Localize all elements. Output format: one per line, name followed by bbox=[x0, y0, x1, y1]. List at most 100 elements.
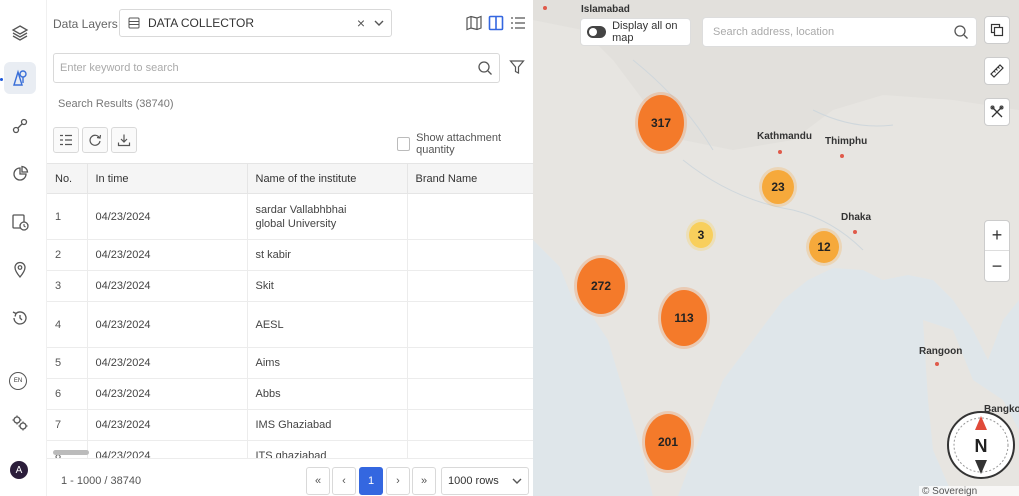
current-page-button[interactable]: 1 bbox=[359, 467, 383, 495]
table-row[interactable]: 1 04/23/2024 sardar Vallabhbhai global U… bbox=[47, 193, 535, 240]
measure-button[interactable] bbox=[984, 57, 1010, 85]
city-label: Kathmandu bbox=[757, 131, 812, 142]
cell-no: 1 bbox=[47, 193, 88, 240]
map-cluster[interactable]: 201 bbox=[645, 414, 691, 470]
cell-time: 04/23/2024 bbox=[87, 301, 248, 348]
refresh-icon bbox=[89, 134, 102, 146]
location-pin-icon[interactable] bbox=[4, 254, 36, 286]
city-label: Islamabad bbox=[581, 4, 630, 15]
map-view[interactable]: Display all on map + − Islamabad Kathman… bbox=[533, 0, 1019, 496]
report-clock-icon[interactable] bbox=[4, 206, 36, 238]
cell-no: 6 bbox=[47, 378, 88, 410]
cell-institute: st kabir bbox=[247, 239, 408, 271]
display-all-label: Display all on map bbox=[612, 20, 678, 44]
cell-institute: Abbs bbox=[247, 378, 408, 410]
show-attachment-toggle[interactable]: Show attachment quantity bbox=[397, 132, 533, 156]
clear-icon[interactable]: × bbox=[357, 15, 365, 31]
cell-no: 3 bbox=[47, 270, 88, 302]
copy-layers-icon bbox=[990, 23, 1004, 37]
map-cluster[interactable]: 317 bbox=[638, 95, 684, 151]
svg-text:N: N bbox=[975, 436, 988, 456]
language-icon[interactable]: EN bbox=[9, 372, 27, 390]
data-panel: Data Layers DATA COLLECTOR × Search Resu… bbox=[46, 0, 535, 496]
avatar[interactable]: A bbox=[10, 461, 28, 479]
layer-copy-button[interactable] bbox=[984, 16, 1010, 44]
settings-icon[interactable] bbox=[4, 407, 36, 439]
cell-no: 4 bbox=[47, 301, 88, 348]
city-marker bbox=[935, 362, 939, 366]
compass-label: N bbox=[975, 436, 988, 456]
cell-time: 04/23/2024 bbox=[87, 270, 248, 302]
column-header-in-time[interactable]: In time bbox=[87, 163, 248, 194]
cell-brand bbox=[407, 270, 535, 302]
filter-icon[interactable] bbox=[509, 59, 525, 75]
attachment-checkbox[interactable] bbox=[397, 137, 411, 151]
layers-icon[interactable] bbox=[4, 17, 36, 49]
table-row[interactable]: 3 04/23/2024 Skit bbox=[47, 270, 535, 302]
table-row[interactable]: 6 04/23/2024 Abbs bbox=[47, 378, 535, 410]
map-attribution: © Sovereign Solutions bbox=[919, 486, 1019, 496]
cell-brand bbox=[407, 409, 535, 441]
toggle-switch[interactable] bbox=[587, 26, 607, 38]
zoom-control: + − bbox=[984, 220, 1010, 282]
cell-no: 7 bbox=[47, 409, 88, 441]
keyword-search bbox=[53, 53, 500, 83]
map-cluster[interactable]: 272 bbox=[577, 258, 625, 314]
search-results-count: Search Results (38740) bbox=[58, 98, 174, 110]
pie-chart-icon[interactable] bbox=[4, 158, 36, 190]
refresh-button[interactable] bbox=[82, 127, 108, 153]
map-cluster[interactable]: 113 bbox=[661, 290, 707, 346]
download-button[interactable] bbox=[111, 127, 137, 153]
column-header-brand[interactable]: Brand Name bbox=[407, 163, 535, 194]
split-view-icon[interactable] bbox=[487, 14, 505, 32]
table-row[interactable]: 4 04/23/2024 AESL bbox=[47, 301, 535, 348]
next-page-button[interactable]: › bbox=[386, 467, 410, 495]
tools-button[interactable] bbox=[984, 98, 1010, 126]
cell-time: 04/23/2024 bbox=[87, 193, 248, 240]
chevron-down-icon[interactable] bbox=[373, 17, 385, 29]
map-cluster[interactable]: 23 bbox=[762, 170, 794, 204]
column-settings-button[interactable] bbox=[53, 127, 79, 153]
cell-brand bbox=[407, 301, 535, 348]
history-icon[interactable] bbox=[4, 302, 36, 334]
city-label: Rangoon bbox=[919, 346, 963, 357]
cell-institute: sardar Vallabhbhai global University bbox=[247, 193, 408, 240]
layer-select[interactable]: DATA COLLECTOR × bbox=[119, 9, 392, 37]
database-icon bbox=[128, 17, 140, 29]
map-cluster[interactable]: 3 bbox=[689, 222, 713, 248]
active-indicator bbox=[0, 78, 3, 81]
data-layers-label: Data Layers bbox=[53, 17, 118, 31]
map-cluster[interactable]: 12 bbox=[809, 231, 839, 263]
city-marker bbox=[840, 154, 844, 158]
search-icon[interactable] bbox=[953, 24, 969, 40]
horizontal-scrollbar[interactable] bbox=[53, 450, 89, 455]
first-page-button[interactable]: « bbox=[306, 467, 330, 495]
zoom-in-button[interactable]: + bbox=[985, 221, 1009, 251]
city-label: Dhaka bbox=[841, 212, 872, 223]
pagination-range: 1 - 1000 / 38740 bbox=[61, 475, 142, 487]
city-label: Thimphu bbox=[825, 136, 868, 147]
cell-brand bbox=[407, 347, 535, 379]
column-header-no[interactable]: No. bbox=[47, 163, 88, 194]
list-view-icon[interactable] bbox=[509, 14, 527, 32]
prev-page-button[interactable]: ‹ bbox=[332, 467, 356, 495]
table-row[interactable]: 7 04/23/2024 IMS Ghaziabad bbox=[47, 409, 535, 441]
cell-institute: AESL bbox=[247, 301, 408, 348]
table-row[interactable]: 2 04/23/2024 st kabir bbox=[47, 239, 535, 271]
search-icon[interactable] bbox=[477, 60, 493, 76]
map-data-icon[interactable] bbox=[4, 62, 36, 94]
zoom-out-button[interactable]: − bbox=[985, 251, 1009, 281]
cell-institute: IMS Ghaziabad bbox=[247, 409, 408, 441]
route-icon[interactable] bbox=[4, 110, 36, 142]
rows-per-page-select[interactable]: 1000 rows bbox=[441, 467, 529, 495]
city-marker bbox=[543, 6, 547, 10]
map-view-icon[interactable] bbox=[465, 14, 483, 32]
last-page-button[interactable]: » bbox=[412, 467, 436, 495]
keyword-search-input[interactable] bbox=[54, 54, 454, 82]
column-header-institute[interactable]: Name of the institute bbox=[247, 163, 408, 194]
pagination-footer: 1 - 1000 / 38740 « ‹ 1 › » 1000 rows bbox=[47, 458, 534, 496]
icon-rail: EN A bbox=[0, 0, 40, 496]
table-row[interactable]: 5 04/23/2024 Aims bbox=[47, 347, 535, 379]
display-all-toggle[interactable]: Display all on map bbox=[580, 18, 691, 46]
map-search-input[interactable] bbox=[703, 18, 943, 46]
